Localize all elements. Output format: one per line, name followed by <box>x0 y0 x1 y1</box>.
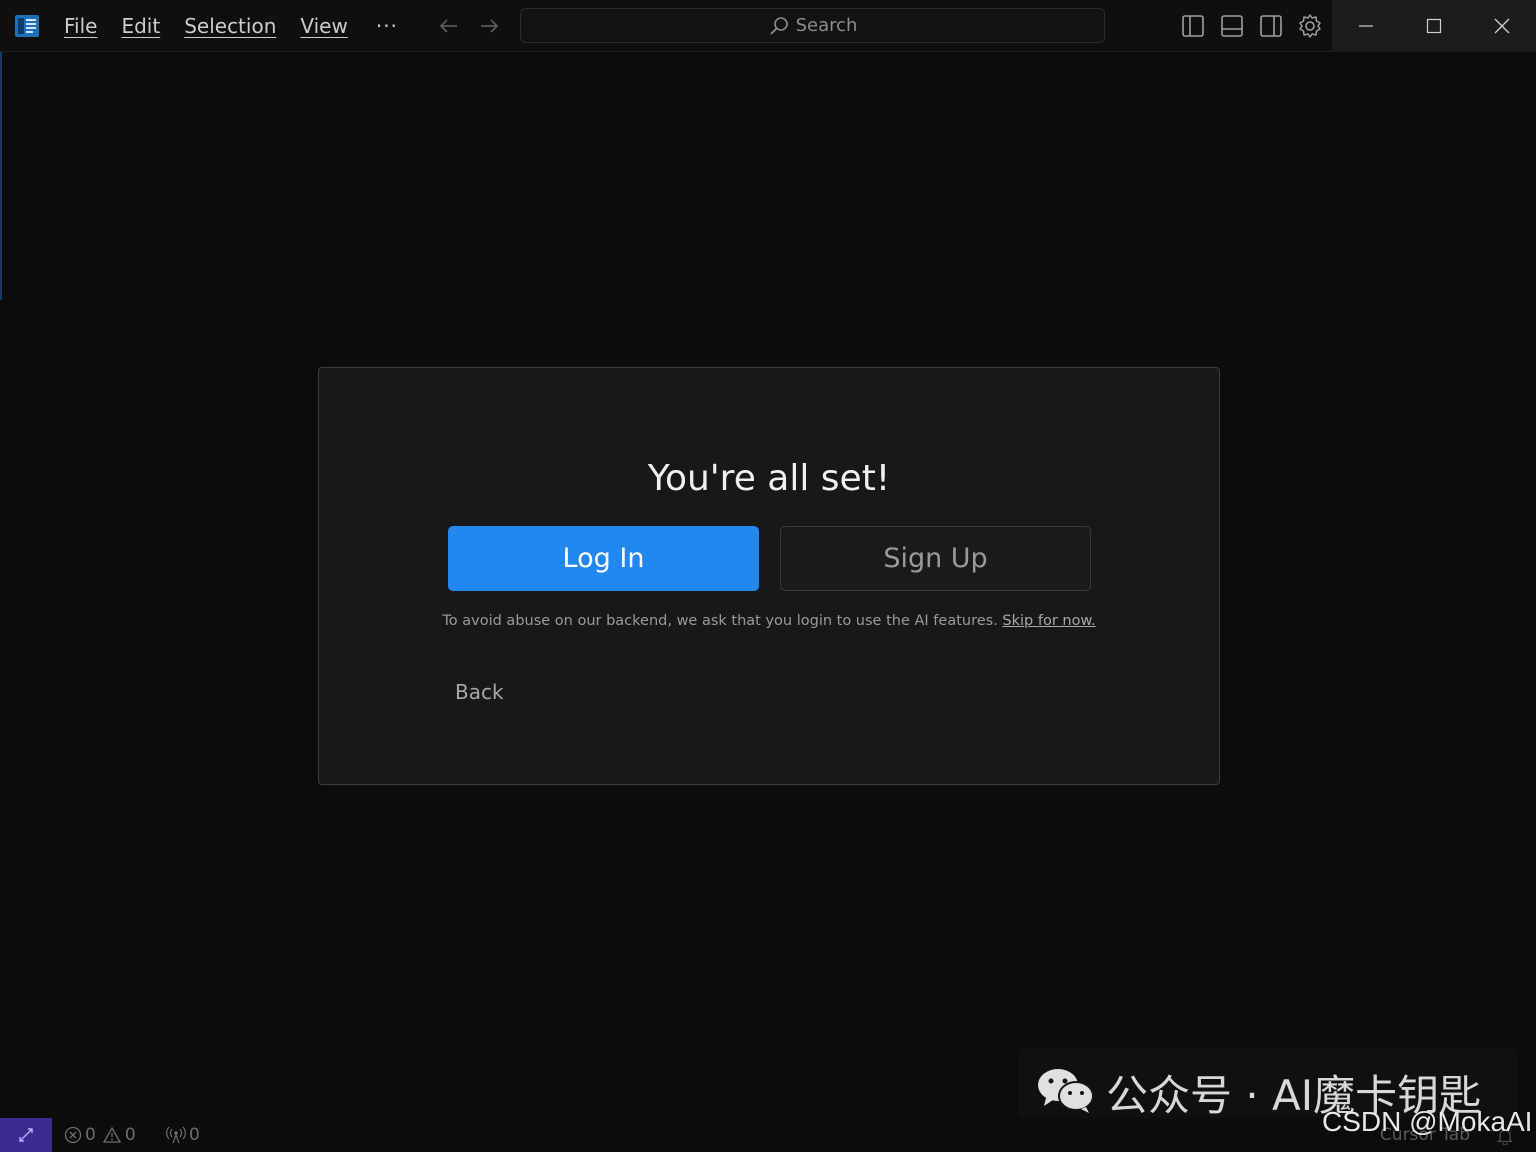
title-bar: File Edit Selection View ··· Search <box>0 0 1536 52</box>
maximize-icon <box>1426 18 1442 34</box>
skip-for-now-link[interactable]: Skip for now. <box>1002 613 1095 629</box>
toggle-secondary-sidebar-icon[interactable] <box>1258 13 1284 39</box>
menu-edit[interactable]: Edit <box>109 0 172 52</box>
error-count: 0 <box>85 1125 96 1145</box>
login-notice: To avoid abuse on our backend, we ask th… <box>319 613 1219 629</box>
ports-count: 0 <box>189 1125 200 1145</box>
close-icon <box>1494 18 1510 34</box>
command-search-box[interactable]: Search <box>520 8 1105 43</box>
problems-indicator[interactable]: 0 0 <box>64 1118 136 1152</box>
back-button[interactable]: Back <box>455 680 504 704</box>
onboarding-dialog: You're all set! Log In Sign Up To avoid … <box>318 367 1220 785</box>
dialog-title: You're all set! <box>647 458 891 499</box>
menu-selection[interactable]: Selection <box>172 0 288 52</box>
activity-accent <box>0 52 2 300</box>
remote-indicator-button[interactable] <box>0 1118 52 1152</box>
notice-text: To avoid abuse on our backend, we ask th… <box>442 613 998 629</box>
window-controls <box>1332 0 1536 52</box>
wechat-logo-icon <box>1038 1069 1094 1113</box>
ports-indicator[interactable]: 0 <box>166 1118 200 1152</box>
log-in-button[interactable]: Log In <box>448 526 759 591</box>
warning-count: 0 <box>124 1125 136 1145</box>
close-button[interactable] <box>1468 0 1536 52</box>
error-icon <box>64 1126 82 1144</box>
menu-view[interactable]: View <box>288 0 359 52</box>
menu-file[interactable]: File <box>52 0 109 52</box>
settings-gear-icon[interactable] <box>1297 13 1323 39</box>
search-icon <box>769 16 788 35</box>
toggle-primary-sidebar-icon[interactable] <box>1180 13 1206 39</box>
remote-icon <box>19 1128 33 1142</box>
back-arrow-icon[interactable] <box>436 13 462 39</box>
broadcast-icon <box>166 1126 186 1144</box>
minimize-icon <box>1359 25 1373 27</box>
menu-more-button[interactable]: ··· <box>360 0 414 52</box>
toggle-panel-icon[interactable] <box>1219 13 1245 39</box>
sign-up-button[interactable]: Sign Up <box>780 526 1091 591</box>
watermark-csdn-text: CSDN @MokaAI <box>1322 1106 1533 1137</box>
forward-arrow-icon[interactable] <box>476 13 502 39</box>
app-logo-icon <box>15 15 39 37</box>
warning-icon <box>102 1126 121 1143</box>
minimize-button[interactable] <box>1332 0 1400 52</box>
search-placeholder: Search <box>795 15 858 36</box>
menu-bar: File Edit Selection View ··· <box>52 0 414 52</box>
status-bar: 0 0 0 Cursor Tab <box>0 1118 1536 1152</box>
maximize-button[interactable] <box>1400 0 1468 52</box>
